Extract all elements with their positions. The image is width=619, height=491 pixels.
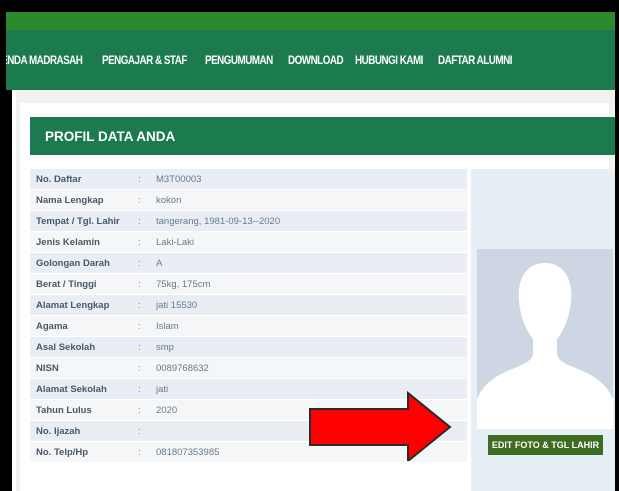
row-separator: : (138, 278, 141, 290)
nav-item-download[interactable]: DOWNLOAD (288, 53, 344, 67)
profile-title: PROFIL DATA ANDA (30, 117, 615, 155)
nav-item-pengajar-staf[interactable]: PENGAJAR & STAF (102, 53, 187, 67)
row-label: Nama Lengkap (36, 194, 104, 206)
table-row: Jenis Kelamin: Laki-Laki (30, 232, 467, 253)
main-navigation: GENDA MADRASAH PENGAJAR & STAF PENGUMUMA… (6, 30, 615, 90)
row-value: A (156, 257, 163, 269)
nav-item-agenda-madrasah[interactable]: GENDA MADRASAH (6, 53, 83, 67)
row-value: jati 15530 (156, 299, 198, 311)
row-separator: : (138, 341, 141, 353)
table-row: NISN: 0089768632 (30, 358, 467, 379)
row-label: Alamat Lengkap (36, 299, 110, 311)
row-value: 75kg, 175cm (156, 278, 211, 290)
edit-photo-birthdate-button[interactable]: EDIT FOTO & TGL LAHIR (488, 435, 603, 455)
row-value: M3T00003 (156, 173, 202, 185)
table-row: No. Daftar: M3T00003 (30, 169, 467, 190)
row-label: Tempat / Tgl. Lahir (36, 215, 120, 227)
row-separator: : (138, 425, 141, 437)
row-value: smp (156, 341, 174, 353)
row-label: Berat / Tinggi (36, 278, 97, 290)
row-value: tangerang, 1981-09-13--2020 (156, 215, 281, 227)
row-label: Jenis Kelamin (36, 236, 100, 248)
row-separator: : (138, 299, 141, 311)
table-row: Nama Lengkap: kokon (30, 190, 467, 211)
row-value: 0089768632 (156, 362, 209, 374)
nav-item-daftar-alumni[interactable]: DAFTAR ALUMNI (438, 53, 512, 67)
row-separator: : (138, 404, 141, 416)
row-separator: : (138, 173, 141, 185)
row-label: Agama (36, 320, 68, 332)
table-row: Berat / Tinggi: 75kg, 175cm (30, 274, 467, 295)
row-value: Laki-Laki (156, 236, 195, 248)
row-separator: : (138, 194, 141, 206)
row-label: Alamat Sekolah (36, 383, 107, 395)
person-silhouette-icon (477, 249, 613, 429)
left-border (6, 90, 12, 491)
table-row: Asal Sekolah: smp (30, 337, 467, 358)
row-separator: : (138, 320, 141, 332)
row-separator: : (138, 362, 141, 374)
browser-frame: GENDA MADRASAH PENGAJAR & STAF PENGUMUMA… (6, 12, 615, 491)
row-separator: : (138, 215, 141, 227)
row-label: No. Daftar (36, 173, 82, 185)
row-separator: : (138, 236, 141, 248)
nav-item-hubungi-kami[interactable]: HUBUNGI KAMI (355, 53, 423, 67)
row-separator: : (138, 257, 141, 269)
photo-panel: EDIT FOTO & TGL LAHIR (471, 169, 615, 491)
red-arrow-icon (309, 391, 452, 461)
table-row: Golongan Darah: A (30, 253, 467, 274)
row-separator: : (138, 383, 141, 395)
nav-item-pengumuman[interactable]: PENGUMUMAN (205, 53, 273, 67)
table-row: Tempat / Tgl. Lahir: tangerang, 1981-09-1… (30, 211, 467, 232)
row-label: Golongan Darah (36, 257, 110, 269)
row-value: kokon (156, 194, 182, 206)
row-label: No. Ijazah (36, 425, 81, 437)
row-value: Islam (156, 320, 179, 332)
row-label: NISN (36, 362, 59, 374)
top-accent-strip (6, 12, 615, 30)
table-row: Alamat Lengkap: jati 15530 (30, 295, 467, 316)
row-label: Asal Sekolah (36, 341, 96, 353)
row-label: No. Telp/Hp (36, 446, 89, 458)
row-separator: : (138, 446, 141, 458)
row-label: Tahun Lulus (36, 404, 92, 416)
table-row: Agama: Islam (30, 316, 467, 337)
